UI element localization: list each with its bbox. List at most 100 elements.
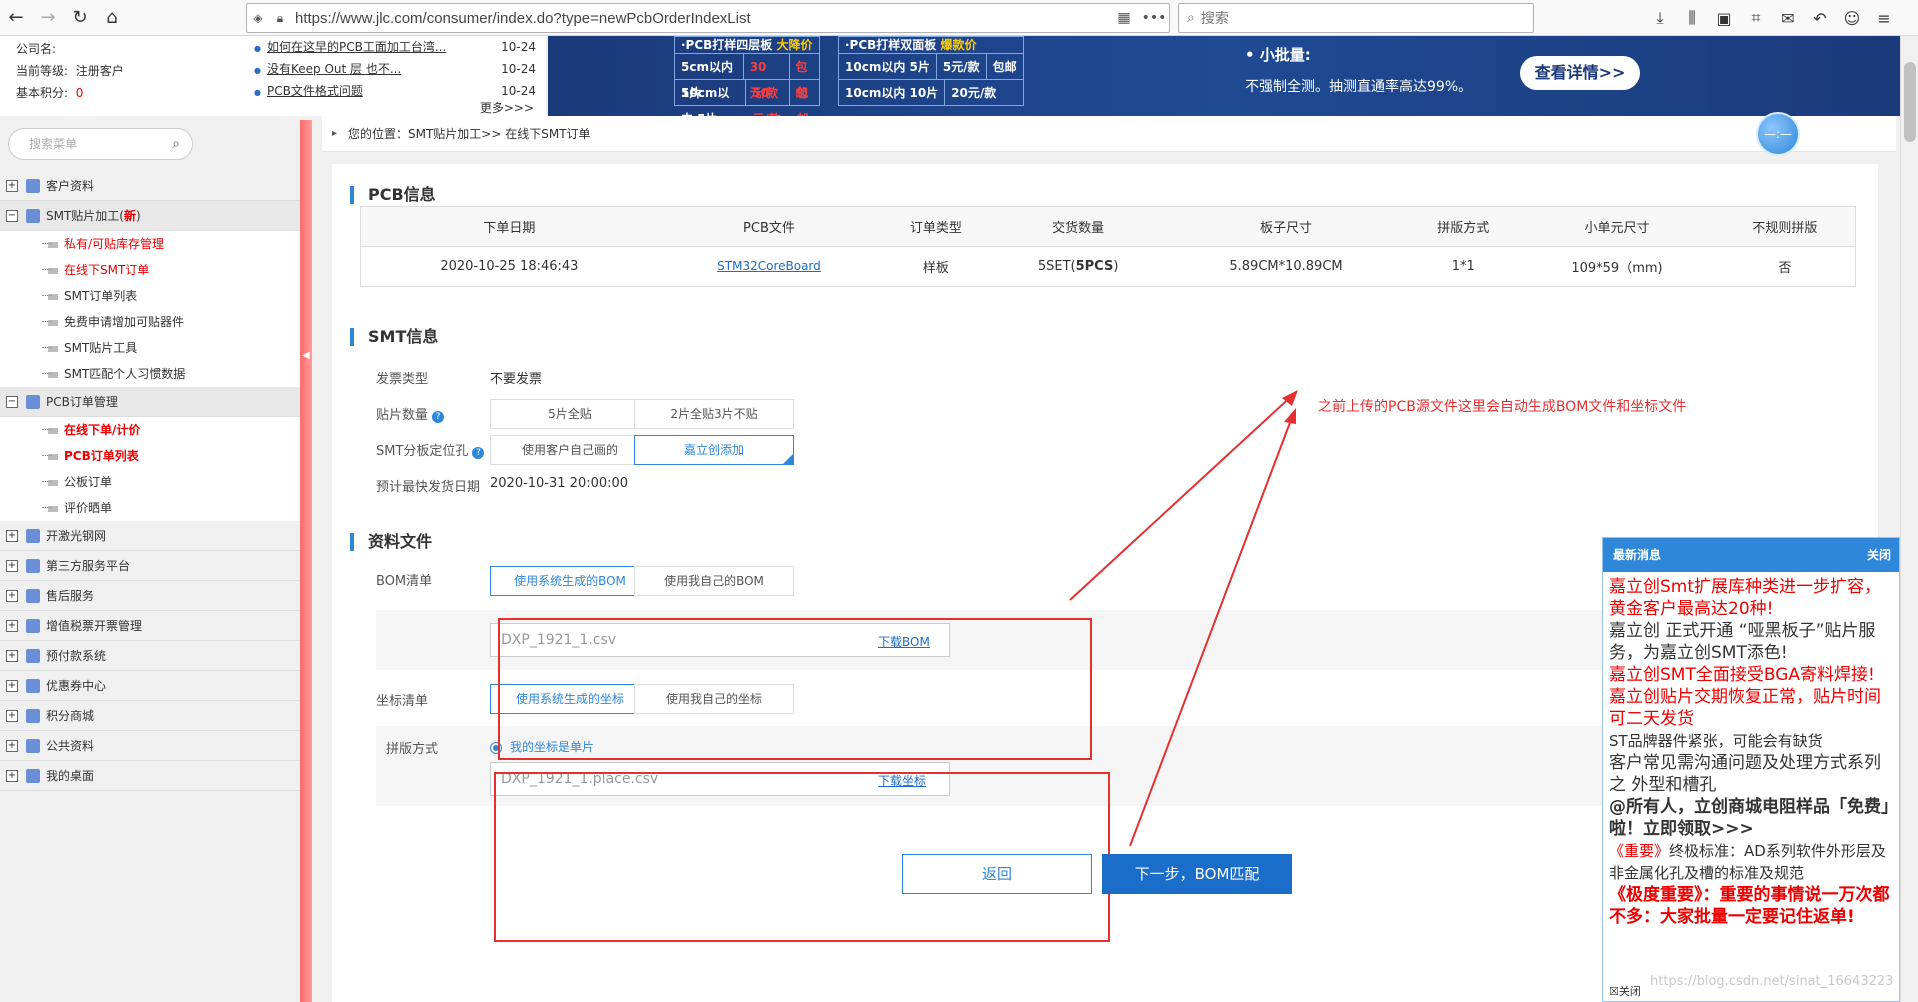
news-message[interactable]: 嘉立创贴片交期恢复正常，贴片时间可二天发货 — [1609, 686, 1893, 730]
news-message[interactable]: 《极度重要》：重要的事情说一万次都不多：大家批量一定要记住返单! — [1609, 884, 1893, 928]
left-sidebar: 搜索菜单 ⌕ + 客户资料 − SMT贴片加工(新) 私有/可贴库存管理 在线下SM… — [0, 116, 300, 1002]
back-button[interactable]: 返回 — [902, 854, 1092, 894]
expand-plus-icon[interactable]: + — [6, 709, 18, 722]
sidebar-item-pcb-orders[interactable]: − PCB订单管理 — [0, 387, 300, 417]
expand-plus-icon[interactable]: + — [6, 769, 18, 782]
sidebar-item-points-mall[interactable]: + 积分商城 — [0, 701, 300, 731]
help-icon[interactable]: ? — [472, 447, 485, 459]
sidebar-subitem[interactable]: 在线下单/计价 — [0, 417, 300, 443]
collapse-minus-icon[interactable]: − — [6, 395, 18, 408]
undo-icon[interactable]: ↶ — [1810, 9, 1830, 28]
expand-plus-icon[interactable]: + — [6, 739, 18, 752]
expand-plus-icon[interactable]: + — [6, 589, 18, 602]
sidebar-item-coupons[interactable]: + 优惠券中心 — [0, 671, 300, 701]
news-more-link[interactable]: 更多>>> — [480, 99, 534, 116]
sidebar-item-laser-stencil[interactable]: + 开激光钢网 — [0, 521, 300, 551]
sidebar-item-public-info[interactable]: + 公共资料 — [0, 731, 300, 761]
news-title[interactable]: PCB文件格式问题 — [254, 80, 363, 102]
news-message[interactable]: 嘉立创SMT全面接受BGA寄料焊接! — [1609, 664, 1893, 686]
download-icon[interactable]: ⤓ — [1650, 8, 1670, 28]
sidebar-item-desktop[interactable]: + 我的桌面 — [0, 761, 300, 791]
table-header: 小单元尺寸 — [1519, 206, 1715, 247]
promo-banner[interactable]: ·PCB打样四层板 大降价 5cm以内 5片30元/款包邮 10cm以内 5片5… — [548, 36, 1900, 116]
news-item[interactable]: 如何在这早的PCB工面加工台湾... 10-24 — [246, 36, 546, 58]
sidebar-item-prepay[interactable]: + 预付款系统 — [0, 641, 300, 671]
news-message[interactable]: @所有人，立创商城电阻样品「免费」啦！立即领取>>> — [1609, 796, 1893, 840]
url-text[interactable]: https://www.jlc.com/consumer/index.do?ty… — [291, 10, 1109, 27]
browser-search-input[interactable]: ⌕ 搜索 — [1178, 3, 1534, 33]
expand-plus-icon[interactable]: + — [6, 649, 18, 662]
news-item[interactable]: 没有Keep Out 层 也不... 10-24 — [246, 58, 546, 80]
pcb-file-link[interactable]: STM32CoreBoard — [717, 259, 821, 273]
news-message[interactable]: 嘉立创Smt扩展库种类进一步扩容，黄金客户最高达20种! — [1609, 576, 1893, 620]
account-icon[interactable]: ☺ — [1842, 9, 1862, 28]
sidebar-subitem[interactable]: 公板订单 — [0, 469, 300, 495]
hole-option-jlc[interactable]: 嘉立创添加 — [634, 435, 794, 465]
news-message[interactable]: 嘉立创 正式开通 “哑黑板子”贴片服务，为嘉立创SMT添色! — [1609, 620, 1893, 664]
sidebar-subitem[interactable]: SMT贴片工具 — [0, 335, 300, 361]
view-details-button[interactable]: 查看详情>> — [1520, 56, 1640, 90]
hole-option-customer[interactable]: 使用客户自己画的 — [490, 435, 650, 465]
more-dots-icon[interactable]: ••• — [1139, 10, 1169, 26]
sidebar-item-invoice[interactable]: + 增值税票开票管理 — [0, 611, 300, 641]
reload-icon[interactable]: ↻ — [64, 2, 96, 34]
chevron-left-icon: ◀ — [302, 350, 310, 361]
expand-plus-icon[interactable]: + — [6, 679, 18, 692]
level-row: 当前等级: 注册客户 — [16, 60, 230, 82]
expand-plus-icon[interactable]: + — [6, 559, 18, 572]
sidebar-subitem[interactable]: SMT订单列表 — [0, 283, 300, 309]
floating-service-button[interactable]: —:— — [1756, 112, 1800, 156]
news-message[interactable]: ST品牌器件紧张，可能会有缺货 — [1609, 730, 1893, 752]
news-message[interactable]: 客户常见需沟通问题及处理方式系列之 外型和槽孔 — [1609, 752, 1893, 796]
news-tag: 《极度重要》： — [1609, 885, 1720, 905]
sidebar-subitem[interactable]: SMT匹配个人习惯数据 — [0, 361, 300, 387]
sidebar-item-smt[interactable]: − SMT贴片加工(新) — [0, 201, 300, 231]
menu-search-input[interactable]: 搜索菜单 ⌕ — [8, 128, 193, 160]
news-title[interactable]: 没有Keep Out 层 也不... — [254, 58, 401, 80]
sidebar-item-customer-info[interactable]: + 客户资料 — [0, 171, 300, 201]
sidebar-subitem-active[interactable]: 在线下SMT订单 — [0, 257, 300, 283]
chat-icon[interactable]: ✉ — [1778, 9, 1798, 28]
bom-option-own[interactable]: 使用我自己的BOM — [634, 566, 794, 596]
sidebar-subitem[interactable]: PCB订单列表 — [0, 443, 300, 469]
qty-option-partial[interactable]: 2片全贴3片不贴 — [634, 399, 794, 429]
popup-title: 最新消息 — [1613, 548, 1662, 562]
sidebar-item-third-party[interactable]: + 第三方服务平台 — [0, 551, 300, 581]
folder-icon — [26, 208, 40, 223]
next-bom-match-button[interactable]: 下一步，BOM匹配 — [1102, 854, 1292, 894]
scrollbar-thumb[interactable] — [1904, 62, 1916, 142]
qr-code-icon[interactable]: ▦ — [1109, 10, 1139, 26]
home-icon[interactable]: ⌂ — [96, 2, 128, 34]
news-message[interactable]: 《重要》终极标准：AD系列软件外形层及非金属化孔及槽的标准及规范 — [1609, 840, 1893, 884]
search-icon[interactable]: ⌕ — [172, 129, 180, 159]
sidebar-subitem[interactable]: 私有/可贴库存管理 — [0, 231, 300, 257]
doc-icon — [48, 241, 58, 248]
news-title[interactable]: 如何在这早的PCB工面加工台湾... — [254, 36, 446, 58]
expand-plus-icon[interactable]: + — [6, 619, 18, 632]
collapse-minus-icon[interactable]: − — [6, 209, 18, 222]
sidebar-icon[interactable]: ▣ — [1714, 9, 1734, 28]
help-icon[interactable]: ? — [432, 411, 445, 423]
bom-option-system[interactable]: 使用系统生成的BOM — [490, 566, 650, 596]
expand-plus-icon[interactable]: + — [6, 179, 18, 192]
forward-arrow-icon[interactable]: → — [32, 2, 64, 34]
table-header: 拼版方式 — [1407, 206, 1520, 247]
page-scrollbar[interactable] — [1900, 36, 1918, 1002]
menu-icon[interactable]: ≡ — [1874, 9, 1894, 28]
table-header: 下单日期 — [360, 206, 658, 247]
sidebar-item-after-sales[interactable]: + 售后服务 — [0, 581, 300, 611]
sidebar-subitem[interactable]: 免费申请增加可贴器件 — [0, 309, 300, 335]
qty-option-all[interactable]: 5片全贴 — [490, 399, 650, 429]
expand-plus-icon[interactable]: + — [6, 529, 18, 542]
popup-footer-close[interactable]: ☒关闭 — [1609, 983, 1641, 999]
popup-close-button[interactable]: 关闭 — [1867, 538, 1891, 572]
sidebar-subitem-label: 在线下SMT订单 — [64, 263, 150, 277]
sidebar-subitem[interactable]: 评价晒单 — [0, 495, 300, 521]
sidebar-collapse-handle[interactable]: ◀ — [300, 120, 312, 1002]
popup-body: 嘉立创Smt扩展库种类进一步扩容，黄金客户最高达20种! 嘉立创 正式开通 “哑… — [1603, 572, 1899, 932]
sidebar-item-label: SMT贴片加工( — [46, 208, 124, 223]
library-icon[interactable]: ⫼ — [1682, 8, 1702, 28]
crop-icon[interactable]: ⌗ — [1746, 8, 1766, 28]
url-bar[interactable]: ◈ 🔒︎ https://www.jlc.com/consumer/index.… — [246, 3, 1170, 33]
back-arrow-icon[interactable]: ← — [0, 2, 32, 34]
